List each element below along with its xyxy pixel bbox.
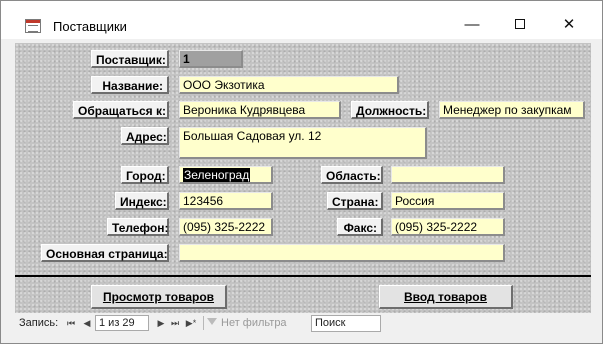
phone-label: Телефон: (107, 218, 169, 236)
address-label: Адрес: (121, 127, 169, 145)
supplier-label: Поставщик: (91, 50, 169, 68)
filter-toggle[interactable]: Нет фильтра (205, 314, 287, 332)
zip-label: Индекс: (115, 192, 169, 210)
minimize-button[interactable]: — (449, 11, 495, 39)
address-field[interactable]: Большая Садовая ул. 12 (179, 127, 427, 159)
position-field[interactable]: Менеджер по закупкам (439, 101, 585, 119)
country-field[interactable]: Россия (391, 192, 505, 210)
filter-icon (207, 318, 217, 325)
first-record-button[interactable]: ⏮ (65, 316, 77, 330)
city-label: Город: (121, 166, 169, 184)
city-field[interactable]: Зеленоград (179, 166, 273, 184)
position-label: Должность: (351, 101, 429, 119)
filter-label: Нет фильтра (221, 317, 287, 329)
city-value: Зеленоград (183, 168, 251, 182)
form-divider (15, 275, 591, 277)
title-bar[interactable]: Поставщики — ✕ (1, 1, 602, 39)
enter-products-button[interactable]: Ввод товаров (379, 285, 513, 309)
close-button[interactable]: ✕ (546, 11, 592, 39)
fax-field[interactable]: (095) 325-2222 (391, 218, 505, 236)
country-label: Страна: (327, 192, 383, 210)
last-record-button[interactable]: ⏭ (169, 316, 181, 330)
supplier-form-window: Поставщики — ✕ Поставщик: 1 Название: ОО… (0, 0, 603, 344)
homepage-label: Основная страница: (41, 244, 169, 262)
name-label: Название: (91, 76, 169, 94)
window-title: Поставщики (53, 19, 127, 34)
name-field[interactable]: ООО Экзотика (179, 76, 399, 94)
new-record-button[interactable]: ▶* (183, 316, 199, 330)
search-input[interactable]: Поиск (311, 315, 381, 332)
supplier-id-field: 1 (179, 50, 243, 68)
homepage-field[interactable] (179, 244, 505, 262)
maximize-button[interactable] (497, 11, 543, 39)
region-field[interactable] (391, 166, 505, 184)
form-icon (25, 19, 41, 33)
next-record-button[interactable]: ▶ (155, 316, 167, 330)
contact-label: Обращаться к: (73, 101, 169, 119)
form-body: Поставщик: 1 Название: ООО Экзотика Обра… (15, 43, 591, 313)
contact-field[interactable]: Вероника Кудрявцева (179, 101, 341, 119)
maximize-icon (515, 19, 525, 29)
fax-label: Факс: (337, 218, 383, 236)
record-label: Запись: (19, 317, 59, 329)
phone-field[interactable]: (095) 325-2222 (179, 218, 273, 236)
view-products-label: Просмотр товаров (102, 290, 215, 304)
record-counter-input[interactable]: 1 из 29 (95, 315, 149, 331)
view-products-button[interactable]: Просмотр товаров (91, 285, 227, 309)
previous-record-button[interactable]: ◀ (81, 316, 93, 330)
nav-separator (203, 316, 204, 330)
record-navigation-bar: Запись: ⏮ ◀ 1 из 29 ▶ ⏭ ▶* Нет фильтра П… (15, 314, 591, 332)
enter-products-label: Ввод товаров (404, 290, 487, 304)
region-label: Область: (321, 166, 383, 184)
zip-field[interactable]: 123456 (179, 192, 273, 210)
